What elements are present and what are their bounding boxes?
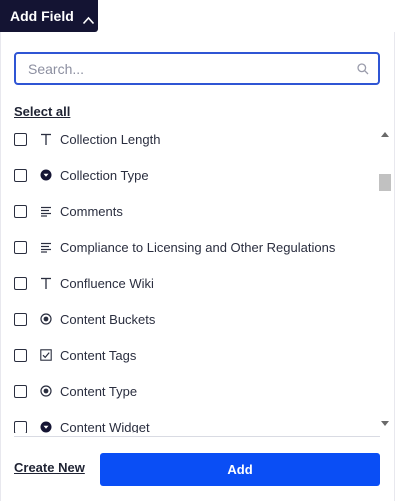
list-scrollbar[interactable] (379, 128, 392, 428)
add-field-toggle[interactable]: Add Field (0, 0, 98, 32)
field-label: Content Buckets (60, 311, 156, 327)
paragraph-type-icon (39, 204, 53, 218)
scroll-down-icon[interactable] (381, 421, 389, 426)
scroll-thumb[interactable] (379, 174, 391, 191)
field-label: Collection Length (60, 131, 161, 147)
add-button[interactable]: Add (100, 453, 380, 486)
footer-divider (14, 436, 380, 437)
select-all-link[interactable]: Select all (14, 104, 70, 119)
scroll-up-icon[interactable] (381, 132, 389, 137)
radio-type-icon (39, 312, 53, 326)
field-label: Content Type (60, 383, 138, 399)
field-label: Content Widget (60, 419, 150, 434)
field-label: Comments (60, 203, 123, 219)
text-type-icon (39, 132, 53, 146)
field-label: Collection Type (60, 167, 149, 183)
dropdown-type-icon (39, 168, 53, 182)
field-row[interactable]: Comments (14, 199, 123, 223)
chevron-up-icon (82, 12, 95, 24)
paragraph-type-icon (39, 240, 53, 254)
field-checkbox[interactable] (14, 132, 27, 146)
field-checkbox[interactable] (14, 312, 27, 326)
field-row[interactable]: Collection Length (14, 127, 160, 151)
field-checkbox[interactable] (14, 240, 27, 254)
search-icon (356, 62, 370, 76)
checkbox-type-icon (39, 348, 53, 362)
add-field-title: Add Field (10, 8, 74, 24)
field-checkbox[interactable] (14, 276, 27, 290)
field-row[interactable]: Content Buckets (14, 307, 155, 331)
text-type-icon (39, 276, 53, 290)
field-list: Collection Length Collection Type Comments… (0, 126, 380, 433)
field-row[interactable]: Content Tags (14, 343, 136, 367)
field-label: Compliance to Licensing and Other Regula… (60, 239, 336, 255)
search-input[interactable] (28, 60, 356, 77)
field-row[interactable]: Content Widget (14, 415, 150, 433)
field-checkbox[interactable] (14, 348, 27, 362)
field-row[interactable]: Compliance to Licensing and Other Regula… (14, 235, 335, 259)
radio-type-icon (39, 384, 53, 398)
field-label: Content Tags (60, 347, 137, 363)
field-checkbox[interactable] (14, 420, 27, 433)
field-checkbox[interactable] (14, 168, 27, 182)
field-label: Confluence Wiki (60, 275, 154, 291)
field-checkbox[interactable] (14, 204, 27, 218)
dropdown-type-icon (39, 420, 53, 433)
field-row[interactable]: Collection Type (14, 163, 149, 187)
search-box[interactable] (14, 52, 380, 85)
field-row[interactable]: Content Type (14, 379, 137, 403)
field-row[interactable]: Confluence Wiki (14, 271, 154, 295)
create-new-link[interactable]: Create New (14, 460, 85, 475)
field-checkbox[interactable] (14, 384, 27, 398)
